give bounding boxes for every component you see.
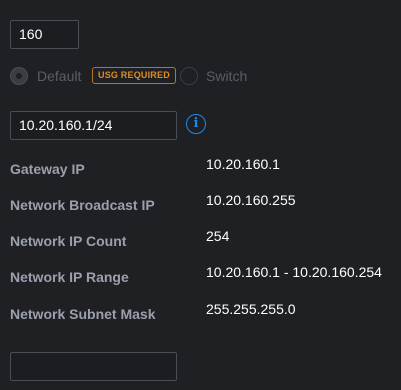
usg-required-badge: USG REQUIRED — [92, 67, 176, 84]
default-radio[interactable] — [10, 67, 28, 85]
default-radio-label: Default — [37, 68, 82, 84]
switch-radio-label: Switch — [206, 68, 248, 84]
ip-count-value: 254 — [206, 228, 230, 244]
broadcast-ip-label: Network Broadcast IP — [10, 197, 155, 213]
ip-count-label: Network IP Count — [10, 233, 127, 249]
gateway-subnet-input[interactable]: 10.20.160.1/24 — [10, 111, 177, 140]
vlan-id-input[interactable]: 160 — [10, 20, 79, 49]
ip-range-value: 10.20.160.1 - 10.20.160.254 — [206, 264, 382, 280]
gateway-ip-value: 10.20.160.1 — [206, 156, 280, 172]
subnet-mask-value: 255.255.255.0 — [206, 301, 296, 317]
text-input[interactable] — [10, 352, 177, 381]
switch-radio[interactable] — [180, 67, 198, 85]
ip-range-label: Network IP Range — [10, 269, 129, 285]
info-icon[interactable]: i — [186, 114, 206, 134]
subnet-mask-label: Network Subnet Mask — [10, 306, 156, 322]
radio-selected-dot — [16, 73, 22, 79]
broadcast-ip-value: 10.20.160.255 — [206, 192, 296, 208]
gateway-ip-label: Gateway IP — [10, 161, 85, 177]
